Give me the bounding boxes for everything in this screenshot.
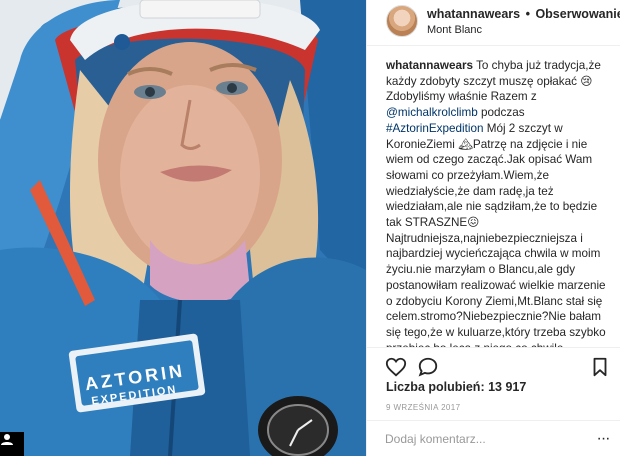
hashtag-link[interactable]: #AztorinExpedition bbox=[386, 122, 483, 135]
speech-bubble-icon[interactable] bbox=[417, 356, 439, 378]
heart-icon[interactable] bbox=[385, 356, 407, 378]
caption-text: podczas bbox=[481, 106, 525, 120]
post-date[interactable]: 9 WRZEŚNIA 2017 bbox=[386, 403, 460, 412]
post-details-panel: whatannawears • Obserwowanie Mont Blanc … bbox=[366, 0, 620, 456]
post-photo[interactable]: AZTORIN EXPEDITION bbox=[0, 0, 366, 456]
comment-bar: ··· bbox=[367, 420, 620, 456]
username-link[interactable]: whatannawears bbox=[427, 7, 520, 21]
location-link[interactable]: Mont Blanc bbox=[427, 24, 482, 36]
separator-dot: • bbox=[525, 7, 530, 21]
post-header: whatannawears • Obserwowanie Mont Blanc bbox=[367, 0, 620, 46]
photo-illustration: AZTORIN EXPEDITION bbox=[0, 0, 366, 456]
caption-text: Najtrudniejsza,najniebezpieczniejsza i n… bbox=[386, 231, 606, 348]
likes-count[interactable]: Liczba polubień: 13 917 bbox=[386, 380, 526, 394]
avatar[interactable] bbox=[386, 5, 418, 37]
caption-author[interactable]: whatannawears bbox=[386, 59, 473, 72]
mention-link[interactable]: @michalkrolclimb bbox=[386, 106, 478, 119]
bookmark-icon[interactable] bbox=[589, 356, 611, 378]
comment-input[interactable] bbox=[385, 430, 575, 448]
follow-button[interactable]: Obserwowanie bbox=[535, 7, 620, 21]
caption: whatannawears To chyba już tradycja,że k… bbox=[386, 58, 610, 348]
caption-text: Mój 2 szczyt w KoronieZiemi 🏔Patrzę na z… bbox=[386, 121, 598, 230]
username-row: whatannawears • Obserwowanie bbox=[427, 7, 620, 21]
tagged-user-icon[interactable] bbox=[0, 432, 24, 456]
more-options-icon[interactable]: ··· bbox=[593, 429, 613, 449]
